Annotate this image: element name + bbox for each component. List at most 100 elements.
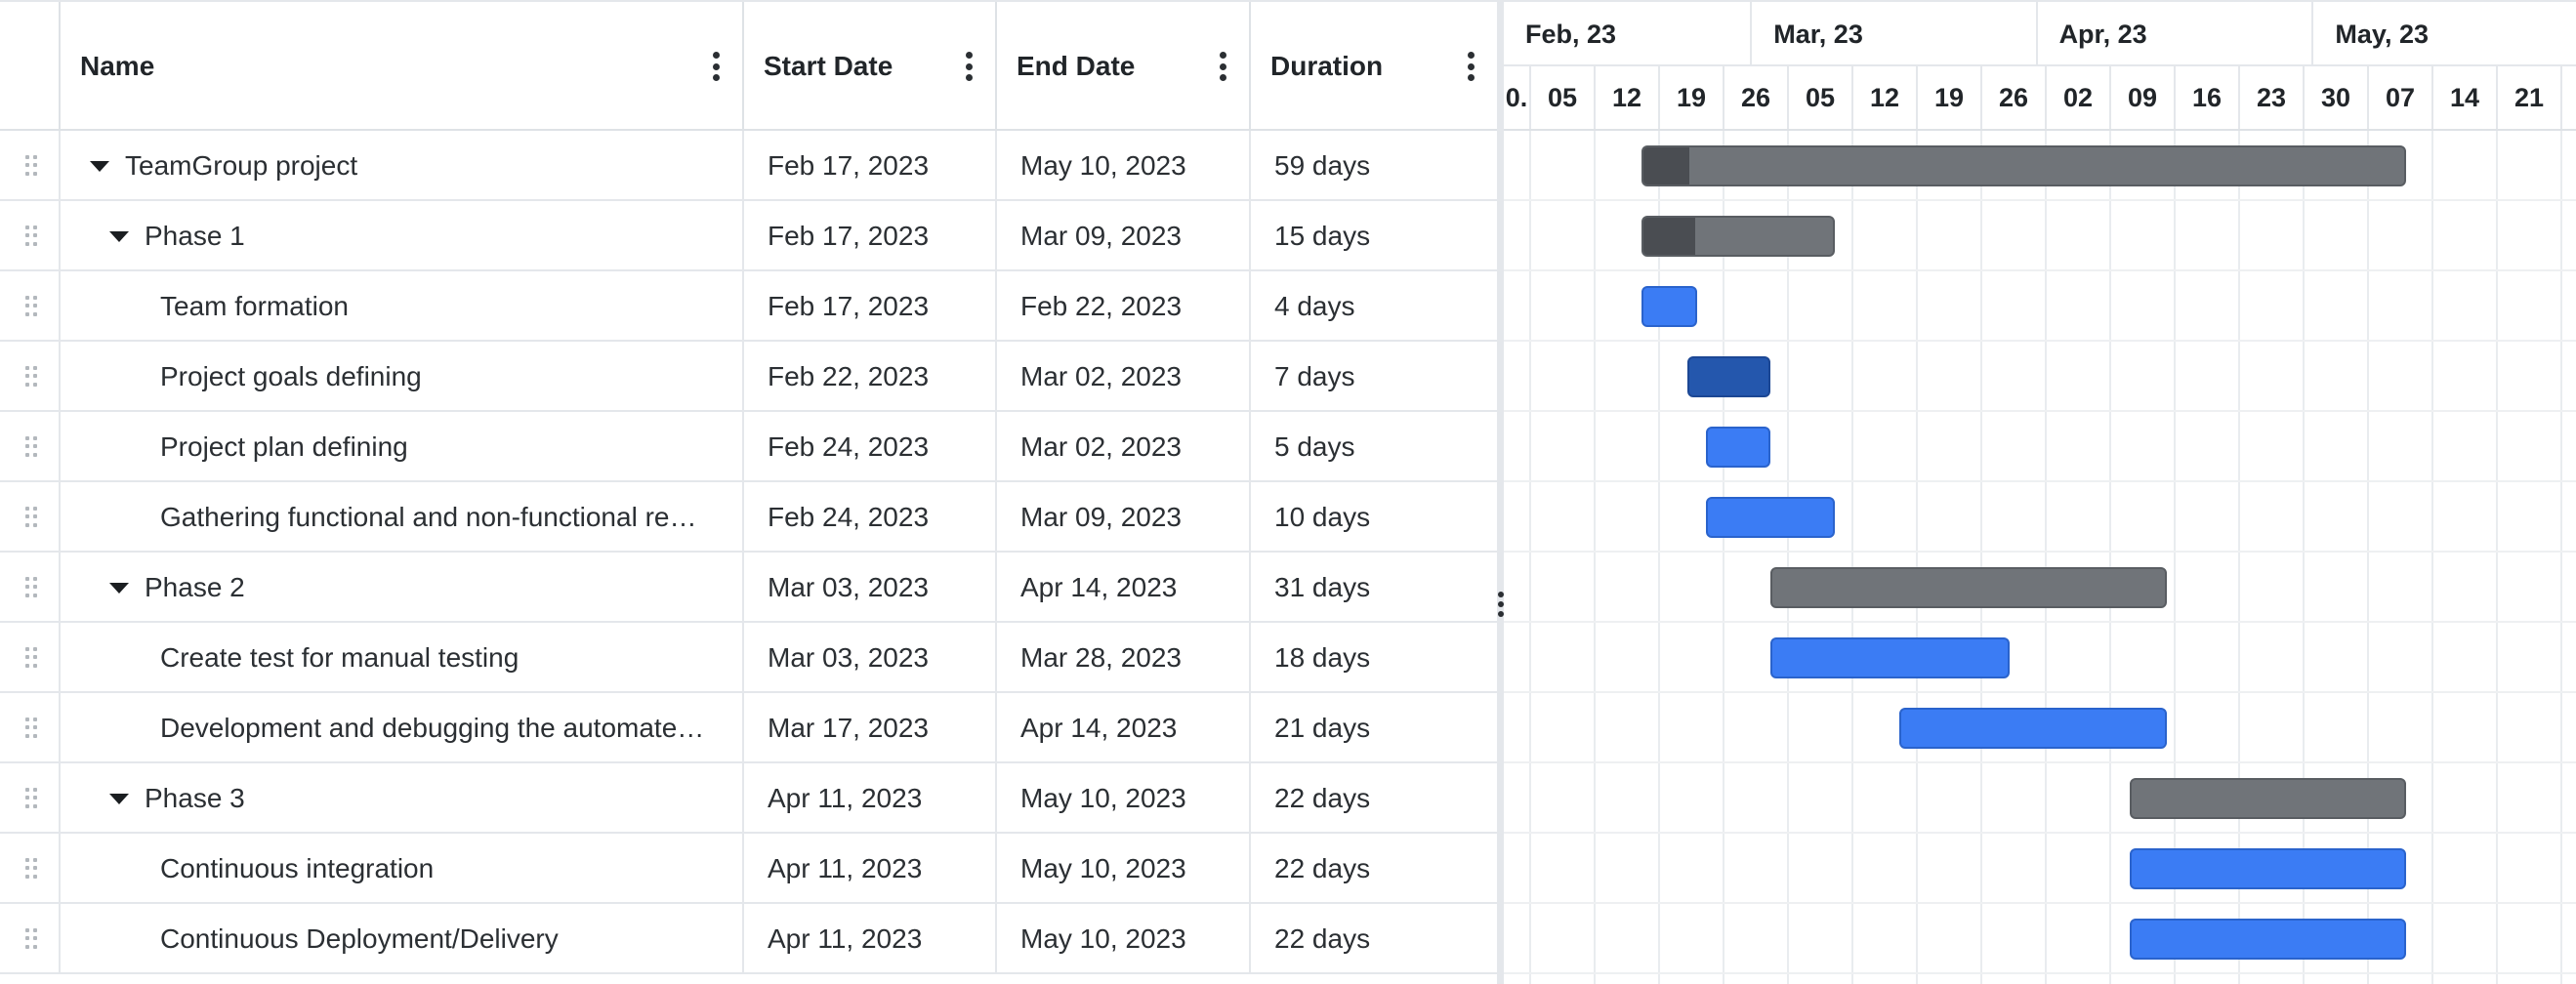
column-header-name[interactable]: Name [61, 2, 744, 131]
table-row[interactable]: Development and debugging the automate… M… [0, 693, 1497, 763]
duration-cell[interactable]: 5 days [1251, 412, 1497, 482]
name-cell[interactable]: Phase 3 [61, 763, 744, 834]
task-bar[interactable] [1687, 356, 1771, 397]
table-row[interactable]: Create test for manual testing Mar 03, 20… [0, 623, 1497, 693]
summary-bar[interactable] [1641, 216, 1836, 257]
end-date-cell[interactable]: Feb 22, 2023 [997, 271, 1251, 342]
name-cell[interactable]: Create test for manual testing [61, 623, 744, 693]
drag-handle-icon[interactable] [25, 788, 37, 809]
start-date-cell[interactable]: Apr 11, 2023 [744, 904, 997, 974]
caret-down-icon[interactable] [109, 582, 129, 594]
name-cell[interactable]: Continuous Deployment/Delivery [61, 904, 744, 974]
table-row[interactable]: Continuous integration Apr 11, 2023 May 10… [0, 834, 1497, 904]
duration-cell[interactable]: 22 days [1251, 763, 1497, 834]
name-cell[interactable]: Continuous integration [61, 834, 744, 904]
table-row[interactable]: Team formation Feb 17, 2023 Feb 22, 2023 4 … [0, 271, 1497, 342]
drag-handle-icon[interactable] [25, 928, 37, 950]
column-header-end-date[interactable]: End Date [997, 2, 1251, 131]
end-date-cell[interactable]: Apr 14, 2023 [997, 553, 1251, 623]
duration-cell[interactable]: 10 days [1251, 482, 1497, 553]
column-menu-icon[interactable] [713, 52, 721, 81]
drag-handle-icon[interactable] [25, 366, 37, 388]
end-date-cell[interactable]: May 10, 2023 [997, 131, 1251, 201]
start-date-cell[interactable]: Feb 24, 2023 [744, 412, 997, 482]
name-cell[interactable]: Team formation [61, 271, 744, 342]
drag-handle-icon[interactable] [25, 155, 37, 177]
drag-handle-icon[interactable] [25, 507, 37, 528]
start-date-cell[interactable]: Mar 03, 2023 [744, 553, 997, 623]
duration-cell[interactable]: 31 days [1251, 553, 1497, 623]
splitter-dots-icon[interactable] [1497, 592, 1504, 617]
summary-bar[interactable] [1641, 145, 2406, 186]
duration-cell[interactable]: 15 days [1251, 201, 1497, 271]
task-bar[interactable] [1706, 497, 1836, 538]
summary-bar[interactable] [2129, 778, 2406, 819]
duration-cell[interactable]: 4 days [1251, 271, 1497, 342]
summary-bar[interactable] [1770, 567, 2167, 608]
caret-down-icon[interactable] [109, 793, 129, 804]
end-date-cell[interactable]: Mar 02, 2023 [997, 412, 1251, 482]
table-row[interactable]: Project goals defining Feb 22, 2023 Mar 02… [0, 342, 1497, 412]
start-date-cell[interactable]: Apr 11, 2023 [744, 763, 997, 834]
table-row[interactable]: Phase 2 Mar 03, 2023 Apr 14, 2023 31 days [0, 553, 1497, 623]
name-cell[interactable]: Phase 2 [61, 553, 744, 623]
name-cell[interactable]: Phase 1 [61, 201, 744, 271]
task-bar[interactable] [1770, 637, 2011, 678]
task-bar[interactable] [2129, 919, 2406, 960]
duration-cell[interactable]: 18 days [1251, 623, 1497, 693]
start-date-cell[interactable]: Feb 17, 2023 [744, 201, 997, 271]
start-date-cell[interactable]: Feb 24, 2023 [744, 482, 997, 553]
name-cell[interactable]: Development and debugging the automate… [61, 693, 744, 763]
drag-handle-icon[interactable] [25, 647, 37, 669]
table-row[interactable]: Phase 1 Feb 17, 2023 Mar 09, 2023 15 days [0, 201, 1497, 271]
task-bar[interactable] [1706, 427, 1771, 468]
drag-handle-icon[interactable] [25, 436, 37, 458]
task-bar[interactable] [1641, 286, 1697, 327]
name-cell[interactable]: Gathering functional and non-functional … [61, 482, 744, 553]
column-menu-icon[interactable] [966, 52, 974, 81]
name-cell[interactable]: Project plan defining [61, 412, 744, 482]
start-date-cell[interactable]: Feb 17, 2023 [744, 271, 997, 342]
end-date-cell[interactable]: Apr 14, 2023 [997, 693, 1251, 763]
start-date-cell[interactable]: Mar 03, 2023 [744, 623, 997, 693]
table-row[interactable]: Continuous Deployment/Delivery Apr 11, 20… [0, 904, 1497, 974]
table-row[interactable]: Phase 3 Apr 11, 2023 May 10, 2023 22 days [0, 763, 1497, 834]
caret-down-icon[interactable] [109, 230, 129, 242]
column-header-start-date[interactable]: Start Date [744, 2, 997, 131]
end-date-cell[interactable]: Mar 09, 2023 [997, 201, 1251, 271]
gantt-gridline [1916, 131, 1918, 984]
splitter[interactable] [1497, 0, 1504, 984]
drag-handle-icon[interactable] [25, 577, 37, 598]
duration-cell[interactable]: 22 days [1251, 834, 1497, 904]
duration-cell[interactable]: 22 days [1251, 904, 1497, 974]
column-menu-icon[interactable] [1220, 52, 1227, 81]
drag-handle-icon[interactable] [25, 858, 37, 880]
drag-handle-icon[interactable] [25, 296, 37, 317]
column-header-duration[interactable]: Duration [1251, 2, 1497, 131]
column-menu-icon[interactable] [1468, 52, 1475, 81]
start-date-cell[interactable]: Feb 22, 2023 [744, 342, 997, 412]
duration-cell[interactable]: 7 days [1251, 342, 1497, 412]
table-row[interactable]: Gathering functional and non-functional … [0, 482, 1497, 553]
task-bar[interactable] [2129, 848, 2406, 889]
end-date-cell[interactable]: Mar 02, 2023 [997, 342, 1251, 412]
end-date-cell[interactable]: Mar 28, 2023 [997, 623, 1251, 693]
duration-cell[interactable]: 59 days [1251, 131, 1497, 201]
end-date-cell[interactable]: Mar 09, 2023 [997, 482, 1251, 553]
end-date-cell[interactable]: May 10, 2023 [997, 763, 1251, 834]
duration-cell[interactable]: 21 days [1251, 693, 1497, 763]
table-row[interactable]: Project plan defining Feb 24, 2023 Mar 02,… [0, 412, 1497, 482]
start-date-cell[interactable]: Apr 11, 2023 [744, 834, 997, 904]
end-date-cell[interactable]: May 10, 2023 [997, 834, 1251, 904]
name-cell[interactable]: TeamGroup project [61, 131, 744, 201]
name-cell[interactable]: Project goals defining [61, 342, 744, 412]
end-date-value: Mar 02, 2023 [1020, 361, 1182, 391]
drag-handle-icon[interactable] [25, 226, 37, 247]
start-date-cell[interactable]: Feb 17, 2023 [744, 131, 997, 201]
task-bar[interactable] [1899, 708, 2167, 749]
caret-down-icon[interactable] [90, 160, 109, 172]
table-row[interactable]: TeamGroup project Feb 17, 2023 May 10, 202… [0, 131, 1497, 201]
end-date-cell[interactable]: May 10, 2023 [997, 904, 1251, 974]
drag-handle-icon[interactable] [25, 718, 37, 739]
start-date-cell[interactable]: Mar 17, 2023 [744, 693, 997, 763]
